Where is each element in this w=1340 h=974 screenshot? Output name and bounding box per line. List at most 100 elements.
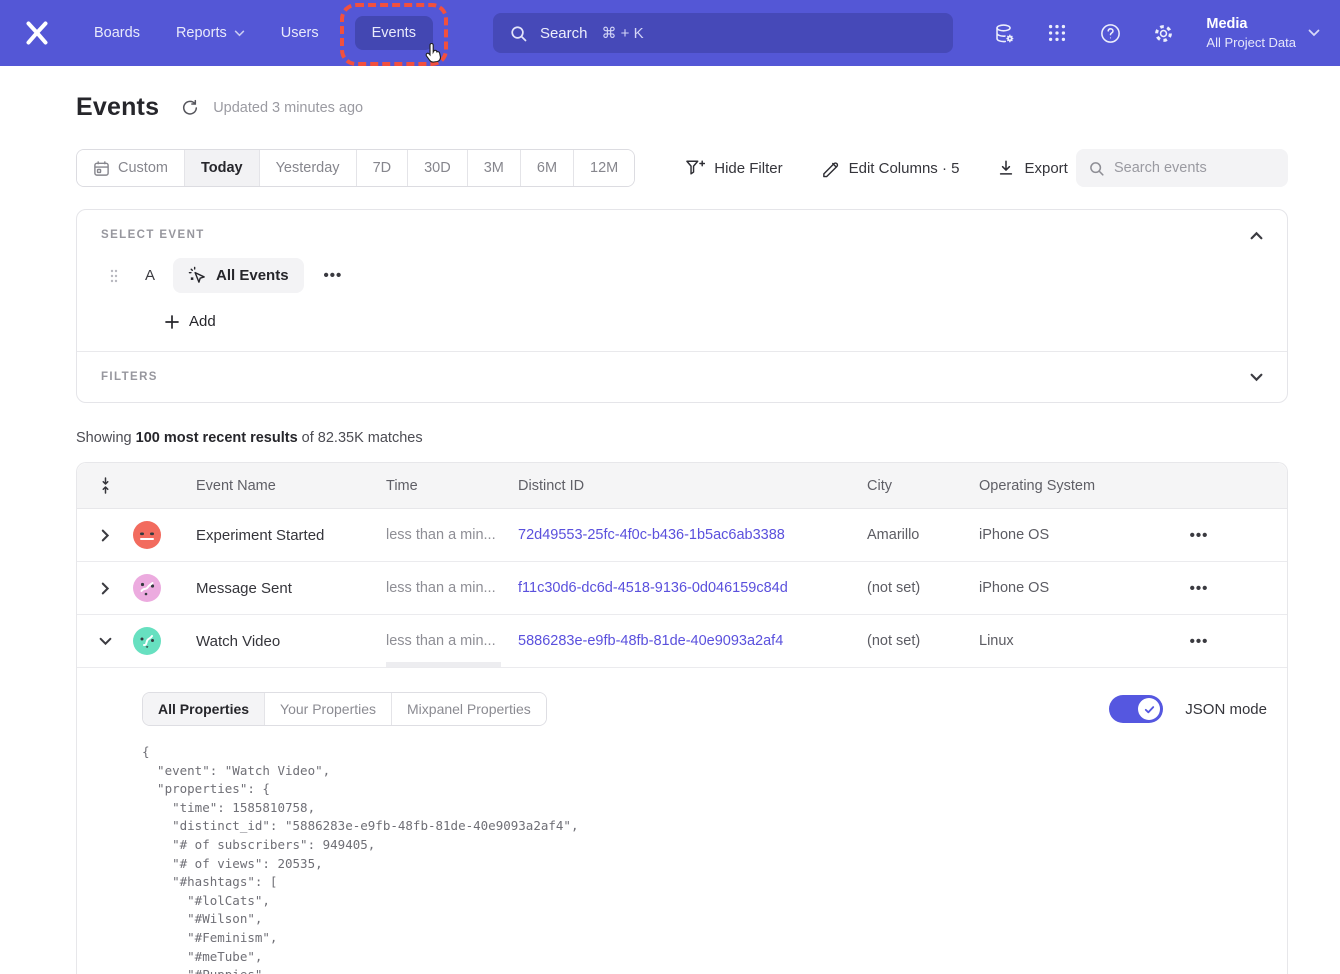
tab-your-properties[interactable]: Your Properties <box>265 693 392 725</box>
json-mode-toggle[interactable] <box>1109 695 1163 723</box>
cell-operating-system: iPhone OS <box>979 580 1097 596</box>
sort-rows-icon[interactable] <box>97 476 114 495</box>
date-range-6m[interactable]: 6M <box>521 150 574 186</box>
date-range-label: Today <box>201 160 243 176</box>
filters-section-header[interactable]: FILTERS <box>77 351 1287 402</box>
events-page: Events Updated 3 minutes ago CustomToday… <box>0 93 1340 974</box>
search-icon <box>1088 160 1105 177</box>
table-row: Message Sentless than a min...f11c30d6-d… <box>77 562 1287 615</box>
row-actions-button[interactable]: ••• <box>1184 629 1215 654</box>
project-switcher[interactable]: Media All Project Data <box>1206 15 1320 51</box>
date-range-yesterday[interactable]: Yesterday <box>260 150 357 186</box>
cell-time: less than a min... <box>386 633 518 649</box>
export-button[interactable]: Export <box>997 159 1067 177</box>
json-mode-label: JSON mode <box>1185 701 1267 718</box>
table-row: Experiment Startedless than a min...72d4… <box>77 509 1287 562</box>
edit-columns-button[interactable]: Edit Columns · 5 <box>821 159 960 178</box>
avatar <box>133 574 161 602</box>
apps-grid-icon[interactable] <box>1045 21 1069 45</box>
add-event-label: Add <box>189 313 216 330</box>
chevron-down-icon <box>1308 29 1320 37</box>
filters-label: FILTERS <box>101 371 158 383</box>
column-header-distinct-id[interactable]: Distinct ID <box>518 478 867 494</box>
project-scope: All Project Data <box>1206 34 1296 51</box>
table-header-row: Event NameTimeDistinct IDCityOperating S… <box>77 463 1287 509</box>
date-range-label: 6M <box>537 160 557 176</box>
event-options-button[interactable]: ••• <box>318 263 349 288</box>
event-detail-panel: All PropertiesYour PropertiesMixpanel Pr… <box>77 668 1287 974</box>
search-events-input[interactable] <box>1114 160 1276 176</box>
date-range-30d[interactable]: 30D <box>408 150 468 186</box>
events-table: Event NameTimeDistinct IDCityOperating S… <box>76 462 1288 974</box>
selected-event-name: All Events <box>216 267 289 284</box>
cell-city: Amarillo <box>867 527 979 543</box>
row-actions-button[interactable]: ••• <box>1184 576 1215 601</box>
search-icon <box>509 24 528 43</box>
row-actions-button[interactable]: ••• <box>1184 523 1215 548</box>
expand-row-icon[interactable] <box>101 529 110 542</box>
global-search-input[interactable]: Search ⌘ + K <box>493 13 953 53</box>
date-range-custom[interactable]: Custom <box>77 150 185 186</box>
search-shortcut-hint: ⌘ + K <box>601 24 643 42</box>
event-cursor-sparkle-icon <box>188 266 207 285</box>
cell-event-name: Experiment Started <box>196 527 386 544</box>
cell-distinct-id-link[interactable]: 5886283e-e9fb-48fb-81de-40e9093a2af4 <box>518 633 867 649</box>
cell-city: (not set) <box>867 580 979 596</box>
tab-all-properties[interactable]: All Properties <box>143 693 265 725</box>
refresh-icon[interactable] <box>181 99 199 117</box>
expand-row-icon[interactable] <box>101 582 110 595</box>
nav-item-reports[interactable]: Reports <box>176 25 245 41</box>
cell-operating-system: iPhone OS <box>979 527 1097 543</box>
collapse-row-icon[interactable] <box>99 637 112 646</box>
nav-item-label: Boards <box>94 25 140 41</box>
hide-filter-label: Hide Filter <box>714 160 782 177</box>
cell-distinct-id-link[interactable]: 72d49553-25fc-4f0c-b436-1b5ac6ab3388 <box>518 527 867 543</box>
cell-distinct-id-link[interactable]: f11c30d6-dc6d-4518-9136-0d046159c84d <box>518 580 867 596</box>
page-title: Events <box>76 93 159 122</box>
nav-item-events[interactable]: Events <box>355 16 433 50</box>
nav-item-boards[interactable]: Boards <box>94 25 140 41</box>
cell-event-name: Watch Video <box>196 633 386 650</box>
mouse-cursor-icon <box>421 42 445 68</box>
toolbar: Custom Today Yesterday 7D 30D 3M 6M 12M Hide Fi… <box>76 149 1288 187</box>
date-range-picker: Custom Today Yesterday 7D 30D 3M 6M 12M <box>76 149 635 187</box>
project-name: Media <box>1206 15 1296 34</box>
time-column-hover-hint <box>386 662 501 667</box>
toggle-check-icon <box>1138 698 1160 720</box>
date-range-today[interactable]: Today <box>185 150 260 186</box>
event-selector-button[interactable]: All Events <box>173 258 304 293</box>
drag-handle-icon[interactable] <box>109 268 123 284</box>
select-event-label: SELECT EVENT <box>101 229 205 241</box>
mixpanel-logo-icon[interactable] <box>22 18 52 48</box>
date-range-3m[interactable]: 3M <box>468 150 521 186</box>
settings-gear-icon[interactable] <box>1151 21 1175 45</box>
top-nav: Boards Reports Users Events Search ⌘ + K <box>0 0 1340 66</box>
column-header-event-name[interactable]: Event Name <box>196 478 386 494</box>
cell-event-name: Message Sent <box>196 580 386 597</box>
add-event-button[interactable]: Add <box>165 313 216 330</box>
date-range-label: Custom <box>118 160 168 176</box>
primary-nav: Boards Reports Users Events <box>94 16 433 50</box>
cell-city: (not set) <box>867 633 979 649</box>
calendar-icon <box>93 160 110 177</box>
date-range-label: 12M <box>590 160 618 176</box>
event-json-view: { "event": "Watch Video", "properties": … <box>142 743 1267 974</box>
hide-filter-button[interactable]: Hide Filter <box>685 159 782 177</box>
date-range-label: 30D <box>424 160 451 176</box>
edit-columns-label: Edit Columns · 5 <box>849 160 960 177</box>
nav-item-label: Users <box>281 25 319 41</box>
expand-section-icon <box>1250 373 1263 382</box>
nav-item-users[interactable]: Users <box>281 25 319 41</box>
date-range-12m[interactable]: 12M <box>574 150 634 186</box>
tab-mixpanel-properties[interactable]: Mixpanel Properties <box>392 693 546 725</box>
column-header-operating-system[interactable]: Operating System <box>979 478 1097 494</box>
filter-funnel-icon <box>685 159 705 177</box>
collapse-section-icon[interactable] <box>1250 231 1263 240</box>
help-icon[interactable] <box>1098 21 1122 45</box>
data-settings-icon[interactable] <box>992 21 1016 45</box>
date-range-label: Yesterday <box>276 160 340 176</box>
column-header-time[interactable]: Time <box>386 478 518 494</box>
column-header-city[interactable]: City <box>867 478 979 494</box>
nav-right-cluster: Media All Project Data <box>992 15 1320 51</box>
date-range-7d[interactable]: 7D <box>357 150 409 186</box>
